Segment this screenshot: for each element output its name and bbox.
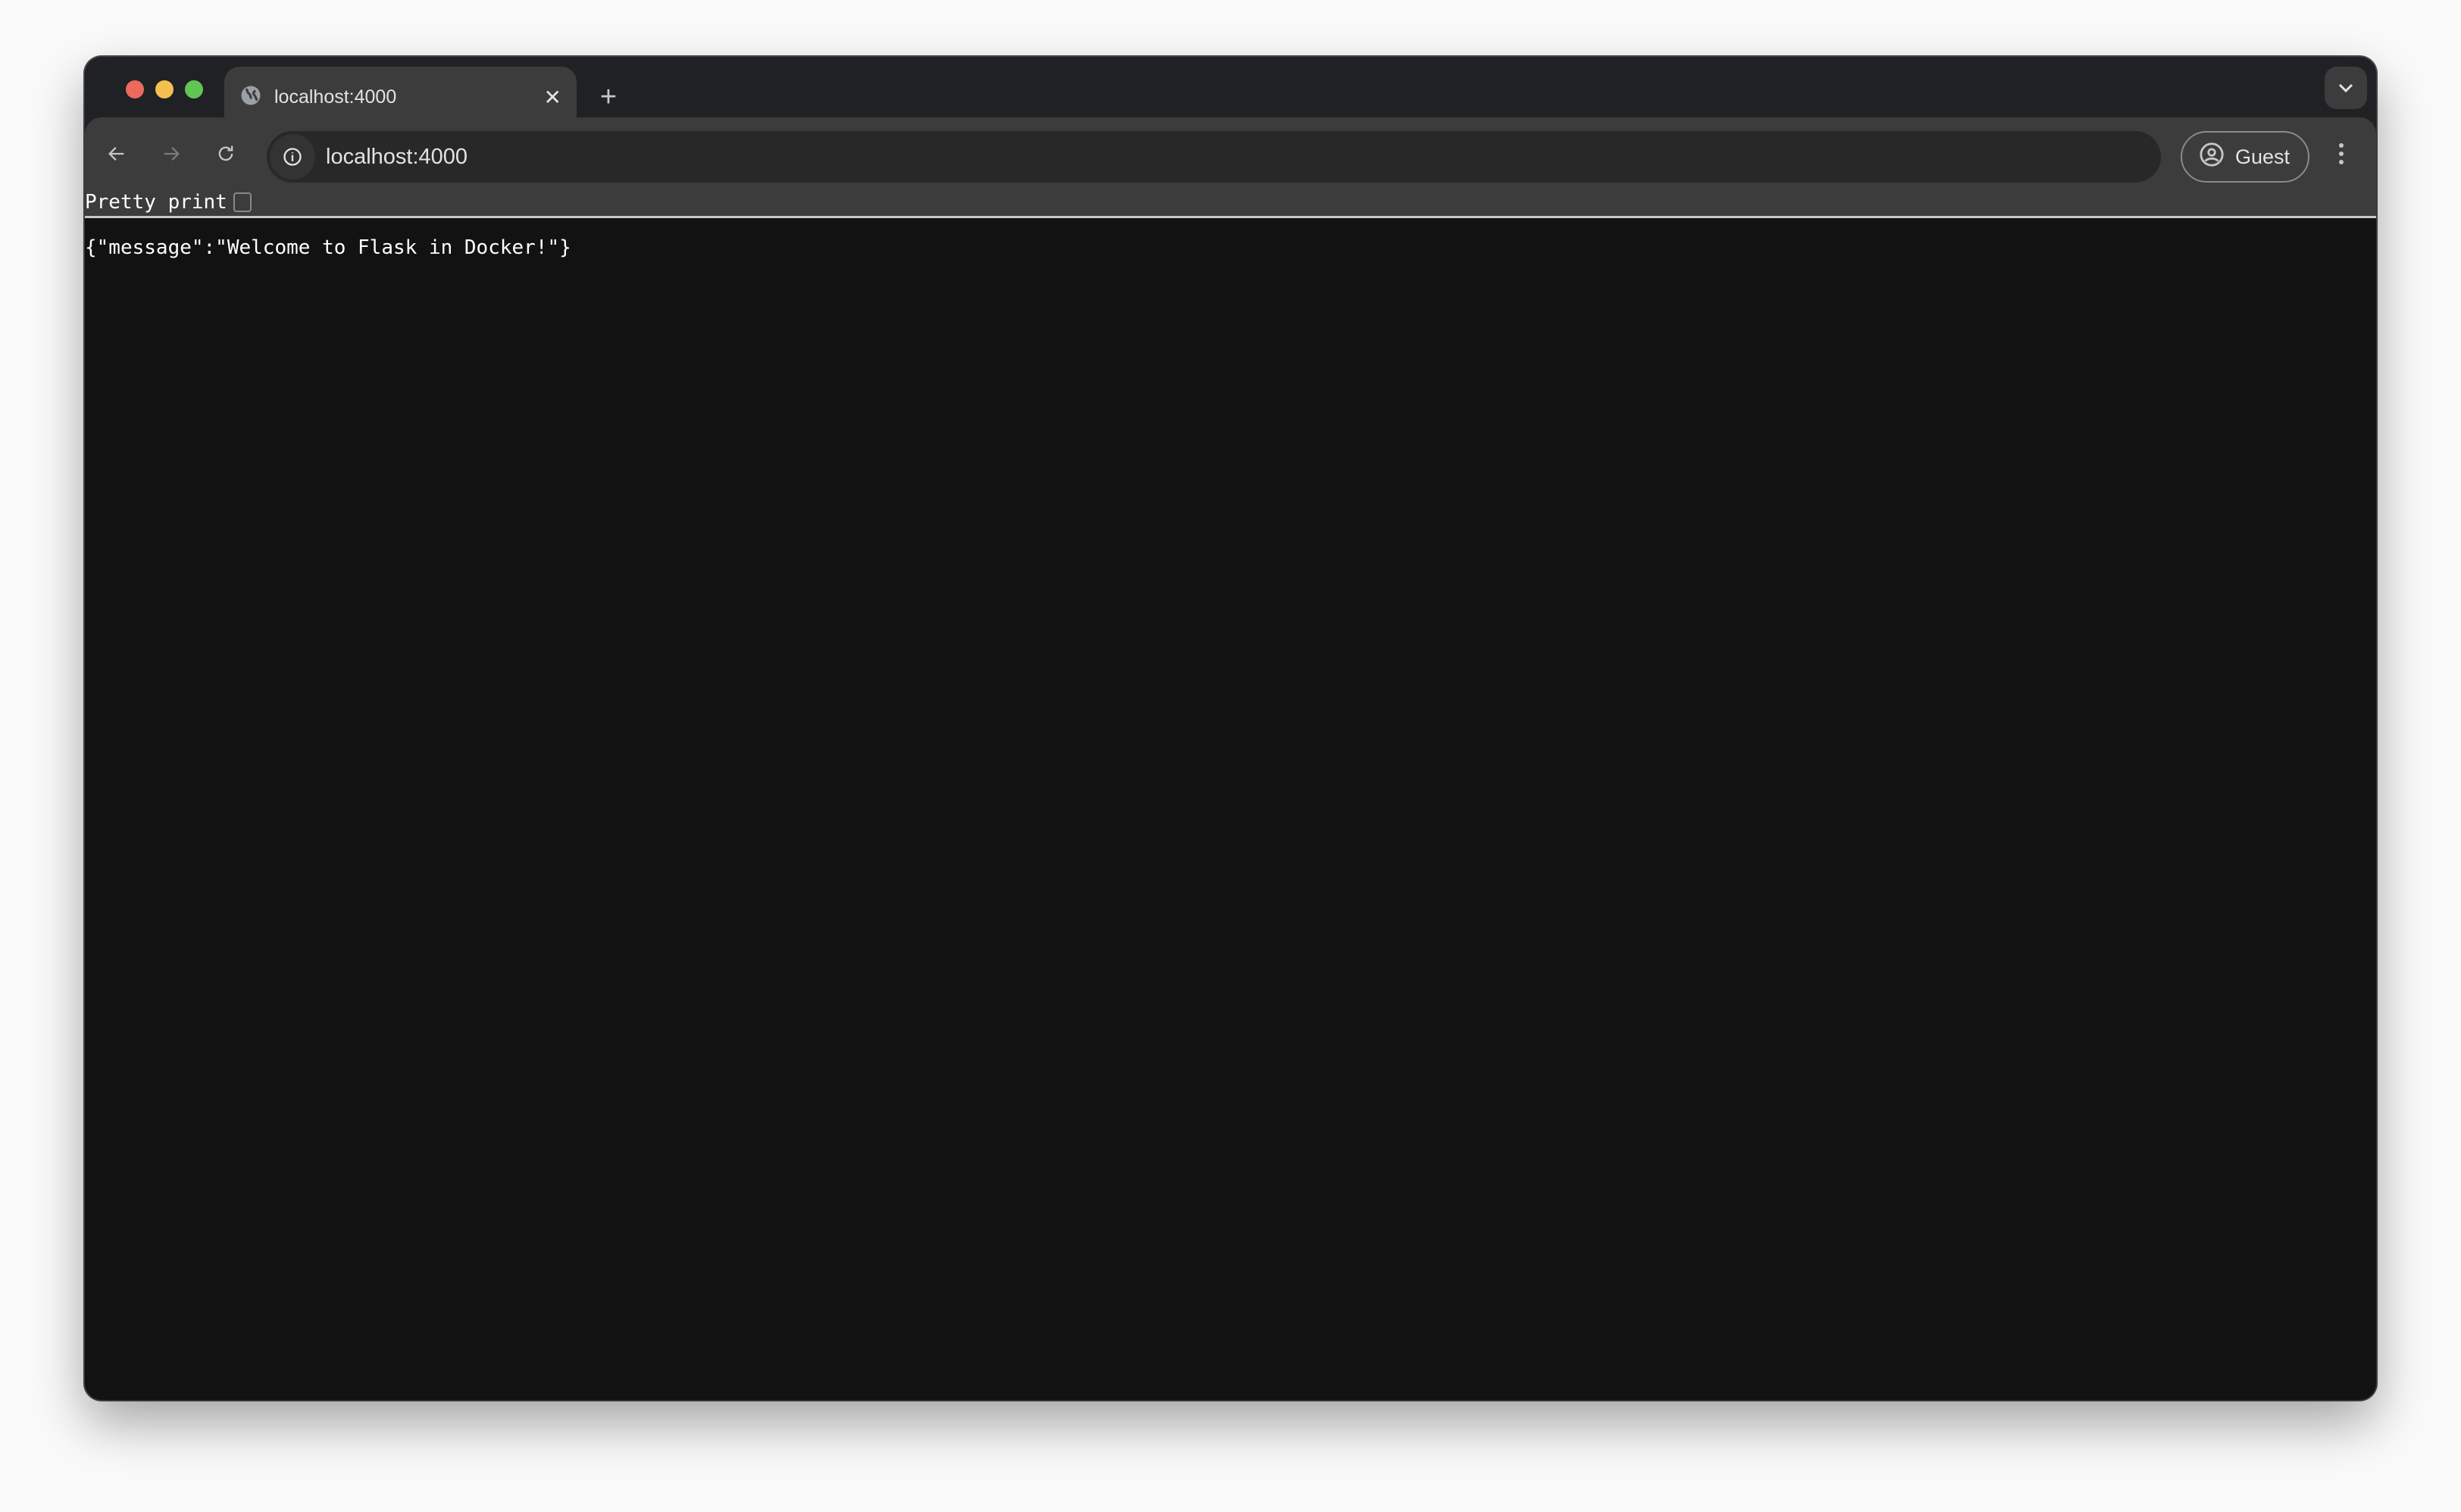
- toolbar: localhost:4000 Guest: [85, 117, 2376, 188]
- json-body: {"message":"Welcome to Flask in Docker!"…: [85, 236, 571, 259]
- minimize-window-button[interactable]: [155, 80, 174, 98]
- new-tab-button[interactable]: +: [589, 78, 627, 116]
- forward-button[interactable]: [155, 137, 188, 170]
- browser-window: localhost:4000 ✕ + localhost:4000 Guest …: [85, 57, 2376, 1400]
- address-bar[interactable]: localhost:4000: [267, 131, 2161, 183]
- pretty-print-label: Pretty print: [85, 190, 227, 214]
- pretty-print-bar: Pretty print: [85, 188, 2376, 218]
- maximize-window-button[interactable]: [185, 80, 203, 98]
- site-info-icon[interactable]: [270, 134, 315, 180]
- tab-close-icon[interactable]: ✕: [544, 85, 561, 110]
- tab-search-button[interactable]: [2325, 67, 2367, 109]
- close-window-button[interactable]: [126, 80, 144, 98]
- pretty-print-checkbox[interactable]: [233, 192, 252, 212]
- reload-button[interactable]: [209, 137, 242, 170]
- url-text: localhost:4000: [326, 144, 468, 169]
- tab-title: localhost:4000: [274, 86, 397, 108]
- profile-button[interactable]: Guest: [2181, 131, 2309, 183]
- profile-label: Guest: [2235, 145, 2291, 168]
- globe-icon: [239, 84, 262, 111]
- profile-icon: [2199, 142, 2225, 173]
- more-menu-button[interactable]: [2325, 137, 2358, 170]
- page-content: {"message":"Welcome to Flask in Docker!"…: [85, 218, 2376, 1400]
- back-button[interactable]: [100, 137, 133, 170]
